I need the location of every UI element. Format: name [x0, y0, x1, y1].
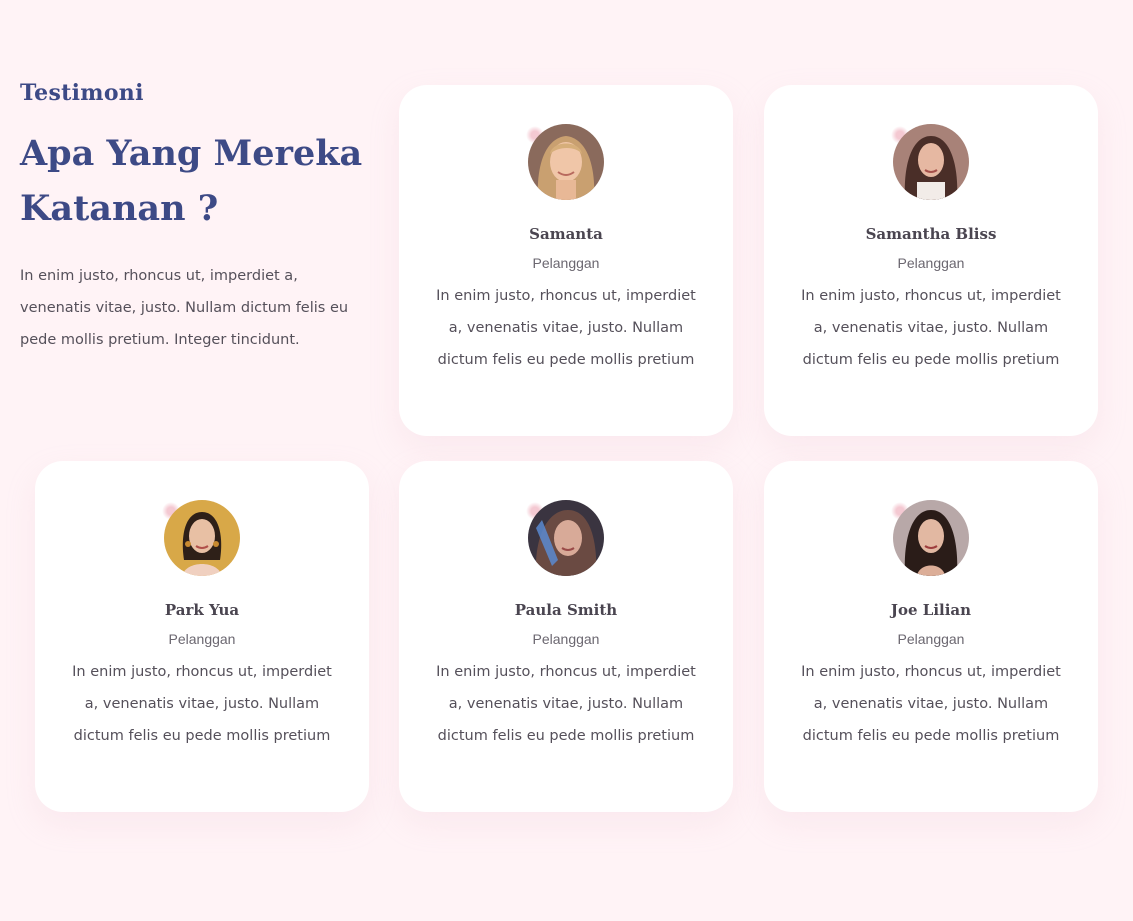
section-description: In enim justo, rhoncus ut, imperdiet a, … — [20, 268, 349, 348]
avatar-photo — [164, 500, 240, 576]
testimonial-name: Park Yua — [164, 601, 240, 619]
testimonial-quote: In enim justo, rhoncus ut, imperdiet a, … — [801, 288, 1061, 368]
avatar — [891, 500, 969, 576]
testimonial-card: Joe Lilian Pelanggan In enim justo, rhon… — [764, 461, 1098, 812]
avatar-photo — [528, 500, 604, 576]
avatar — [162, 500, 240, 576]
testimonial-quote: In enim justo, rhoncus ut, imperdiet a, … — [72, 664, 332, 744]
avatar-photo — [893, 500, 969, 576]
headline-line-1: Apa Yang Mereka — [20, 133, 363, 174]
avatar-photo — [528, 124, 604, 200]
avatar-photo — [893, 124, 969, 200]
testimonial-card: Paula Smith Pelanggan In enim justo, rho… — [399, 461, 733, 812]
avatar — [526, 500, 604, 576]
testimonial-name: Paula Smith — [514, 601, 618, 619]
testimonial-name: Samanta — [529, 225, 603, 243]
testimonial-role: Pelanggan — [532, 255, 600, 271]
testimonial-role: Pelanggan — [897, 631, 965, 647]
headline-line-2: Katanan ? — [20, 188, 219, 229]
avatar — [891, 124, 969, 200]
testimonial-quote: In enim justo, rhoncus ut, imperdiet a, … — [801, 664, 1061, 744]
testimonial-name: Samantha Bliss — [865, 225, 997, 243]
avatar — [526, 124, 604, 200]
testimonial-card: Samanta Pelanggan In enim justo, rhoncus… — [399, 85, 733, 436]
testimonial-role: Pelanggan — [897, 255, 965, 271]
testimonial-quote: In enim justo, rhoncus ut, imperdiet a, … — [436, 288, 696, 368]
testimonial-role: Pelanggan — [532, 631, 600, 647]
testimonial-quote: In enim justo, rhoncus ut, imperdiet a, … — [436, 664, 696, 744]
section-headline: Apa Yang Mereka Katanan ? — [20, 126, 370, 236]
testimonial-card: Samantha Bliss Pelanggan In enim justo, … — [764, 85, 1098, 436]
testimonial-intro: Testimoni Apa Yang Mereka Katanan ? In e… — [20, 80, 370, 356]
testimonial-name: Joe Lilian — [890, 601, 972, 619]
testimonial-card: Park Yua Pelanggan In enim justo, rhoncu… — [35, 461, 369, 812]
testimonial-role: Pelanggan — [168, 631, 236, 647]
section-eyebrow: Testimoni — [20, 80, 144, 106]
